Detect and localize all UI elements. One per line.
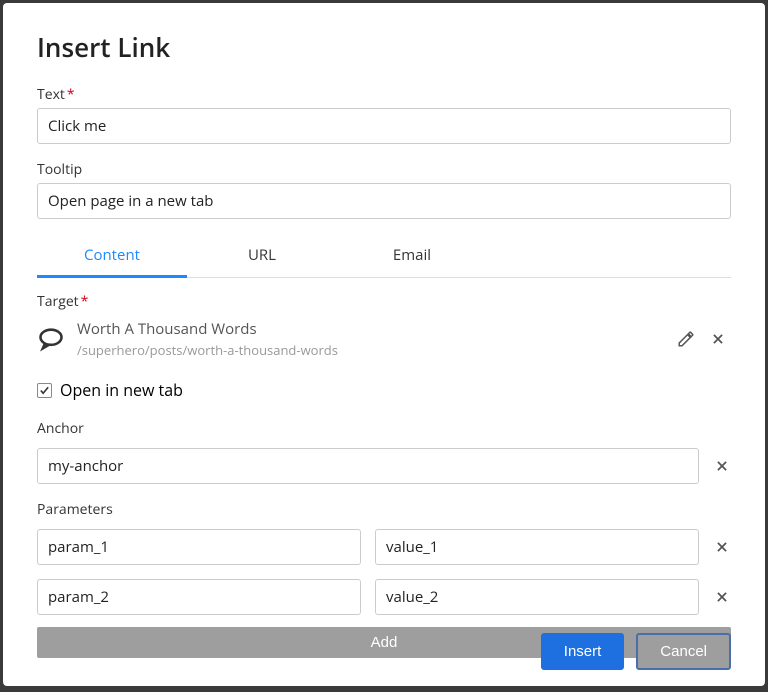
target-path: /superhero/posts/worth-a-thousand-words [77,341,665,359]
text-field-block: Text* [37,85,731,144]
insert-button[interactable]: Insert [541,633,625,670]
dialog-title: Insert Link [37,29,731,65]
tooltip-field-block: Tooltip [37,160,731,219]
param-value-input[interactable] [375,579,699,615]
edit-icon[interactable] [677,330,695,348]
param-name-input[interactable] [37,579,361,615]
open-new-tab-checkbox[interactable] [37,383,52,398]
clear-anchor-icon[interactable] [713,457,731,475]
required-star-icon: * [81,292,89,311]
text-label: Text* [37,85,731,104]
tab-email[interactable]: Email [337,235,487,277]
tab-url[interactable]: URL [187,235,337,277]
text-input[interactable] [37,108,731,144]
param-value-input[interactable] [375,529,699,565]
clear-target-icon[interactable] [709,330,727,348]
anchor-row [37,448,731,484]
param-row [37,529,731,565]
anchor-input[interactable] [37,448,699,484]
parameters-label: Parameters [37,500,731,519]
param-name-input[interactable] [37,529,361,565]
target-label: Target* [37,292,731,311]
open-new-tab-label: Open in new tab [60,379,183,401]
tooltip-label: Tooltip [37,160,731,179]
tab-content[interactable]: Content [37,235,187,277]
tabs: Content URL Email [37,235,731,278]
remove-param-icon[interactable] [713,538,731,556]
tooltip-input[interactable] [37,183,731,219]
target-text: Worth A Thousand Words /superhero/posts/… [77,319,665,359]
open-new-tab-row: Open in new tab [37,379,731,401]
dialog-footer: Insert Cancel [541,633,731,670]
required-star-icon: * [67,85,75,104]
target-row: Worth A Thousand Words /superhero/posts/… [37,319,731,359]
target-title: Worth A Thousand Words [77,319,665,339]
anchor-label: Anchor [37,419,731,438]
insert-link-dialog: Insert Link Text* Tooltip Content URL Em… [3,3,765,686]
param-row [37,579,731,615]
cancel-button[interactable]: Cancel [636,633,731,670]
remove-param-icon[interactable] [713,588,731,606]
speech-bubble-icon [37,325,65,353]
